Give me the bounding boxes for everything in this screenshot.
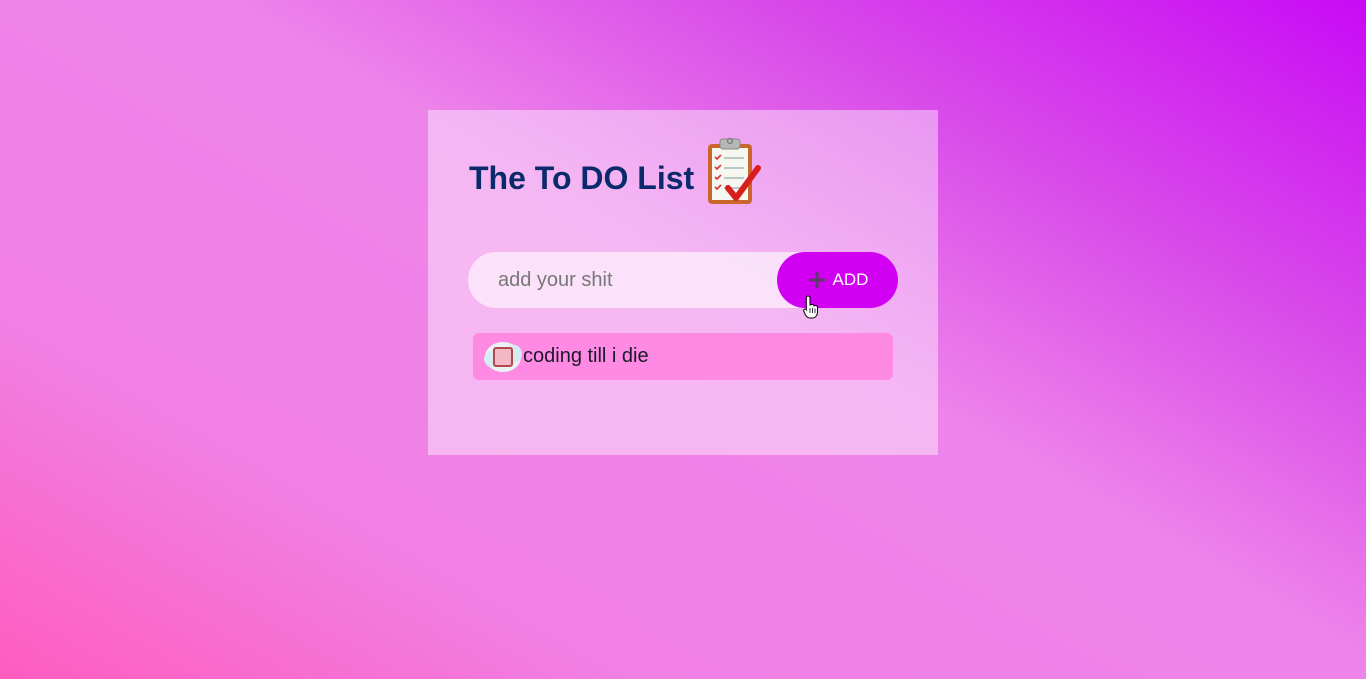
add-button-label: ADD [832,270,869,289]
unchecked-checkbox-icon[interactable] [483,339,523,375]
todo-card: The To DO List add your shit ADD coding … [428,110,938,455]
page-title: The To DO List [469,160,695,196]
header: The To DO List [469,137,762,214]
todo-list: coding till i die [473,333,893,390]
add-button[interactable]: ADD [777,252,898,308]
plus-icon [808,272,825,288]
add-todo-form: ADD [468,252,898,308]
clipboard-checklist-icon [708,137,762,204]
todo-input[interactable] [468,252,788,308]
todo-item[interactable]: coding till i die [473,333,893,380]
todo-text: coding till i die [523,345,649,367]
